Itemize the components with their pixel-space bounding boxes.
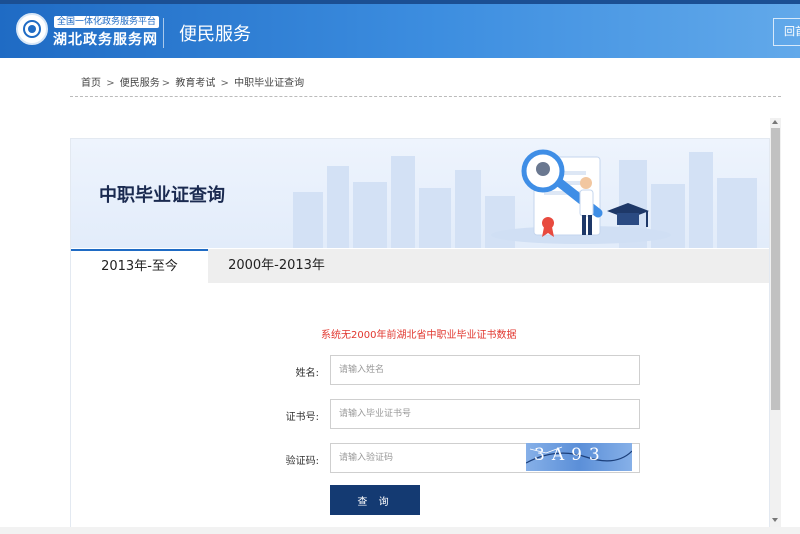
banner-building: [353, 182, 387, 248]
banner-building: [391, 156, 415, 248]
cert-number-label: 证书号:: [285, 412, 319, 423]
bottom-edge: [0, 527, 800, 534]
page-banner: 中职毕业证查询: [71, 139, 769, 248]
tab-bar: 2013年-至今 2000年-2013年: [71, 249, 769, 283]
site-header: 全国一体化政务服务平台 湖北政务服务网 便民服务 回首页: [0, 4, 800, 58]
query-panel: 中职毕业证查询 2013年-至今 2000年-2013年 系统无2000年前湖北…: [70, 138, 770, 534]
name-input[interactable]: [330, 355, 640, 385]
captcha-label: 验证码:: [285, 456, 319, 467]
magnifier-certificate-illustration-icon: [491, 149, 671, 244]
home-button[interactable]: 回首页: [773, 18, 800, 46]
breadcrumb-separator: >: [220, 78, 229, 89]
captcha-text: 3A93: [534, 445, 607, 465]
breadcrumb-home[interactable]: 首页: [81, 78, 101, 89]
scroll-up-arrow-icon[interactable]: [772, 120, 778, 124]
name-label: 姓名:: [295, 368, 319, 379]
banner-building: [293, 192, 323, 248]
page-title: 中职毕业证查询: [99, 185, 225, 206]
captcha-image[interactable]: 3A93: [526, 443, 632, 471]
breadcrumb-divider: [70, 96, 781, 97]
tab-2000-2013[interactable]: 2000年-2013年: [208, 249, 345, 283]
breadcrumb-separator: >: [106, 78, 115, 89]
section-title: 便民服务: [179, 24, 251, 45]
breadcrumb-current: 中职毕业证查询: [234, 78, 305, 89]
data-notice: 系统无2000年前湖北省中职业毕业证书数据: [321, 330, 517, 341]
banner-building: [419, 188, 451, 248]
banner-building: [689, 152, 713, 248]
logo-dot: [28, 25, 36, 33]
scroll-thumb[interactable]: [771, 128, 780, 410]
banner-building: [327, 166, 349, 248]
search-button[interactable]: 查 询: [330, 485, 420, 515]
platform-tag: 全国一体化政务服务平台: [54, 16, 160, 28]
breadcrumb: 首页 > 便民服务 > 教育考试 > 中职毕业证查询: [81, 74, 304, 89]
breadcrumb-education[interactable]: 教育考试: [175, 78, 215, 89]
banner-building: [717, 178, 757, 248]
site-name[interactable]: 湖北政务服务网: [53, 29, 158, 49]
site-logo-icon[interactable]: [16, 13, 48, 45]
tab-2013-present[interactable]: 2013年-至今: [71, 249, 208, 283]
header-divider: [163, 18, 164, 48]
breadcrumb-service[interactable]: 便民服务: [120, 78, 160, 89]
breadcrumb-separator: >: [161, 78, 171, 89]
cert-number-input[interactable]: [330, 399, 640, 429]
page-scrollbar[interactable]: [770, 118, 781, 528]
scroll-down-arrow-icon[interactable]: [772, 518, 778, 522]
